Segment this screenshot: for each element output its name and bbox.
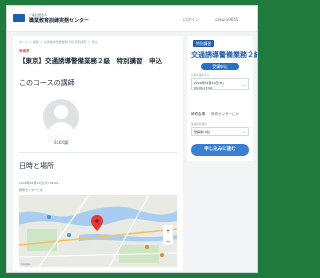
chevron-down-icon: ⌄ — [242, 82, 246, 87]
date-value: 2026年03月21日(木) — [194, 81, 224, 85]
venue-value: 研修センターにか — [211, 112, 239, 116]
breadcrumb[interactable]: ホーム ＞ 講座 ＞ 交通誘導警備業務２級 特別講習 ＞ 申込 — [19, 40, 98, 44]
schedule-date: 2026年03月21日(木) 09:00 - — [19, 181, 61, 185]
attendee-value: 受講者(1名) — [194, 130, 211, 134]
avatar-head-shape — [54, 105, 68, 119]
date-label: 日程を選択する — [191, 74, 210, 77]
map-attribution: Google — [21, 263, 30, 266]
svg-text:−: − — [165, 238, 170, 245]
attendee-label: 受講者を選択 — [191, 123, 207, 126]
site-header: 一般社団法人 職業教育訓練実務センター ログイン sakura0655 — [7, 6, 257, 32]
map-canvas: + − — [19, 195, 177, 267]
instructor-name-link[interactable]: SLKX講 — [13, 140, 109, 146]
browser-frame: 一般社団法人 職業教育訓練実務センター ログイン sakura0655 ホーム … — [6, 5, 258, 273]
attendee-select[interactable]: 受講者(1名) ⌄ — [191, 127, 249, 136]
page-title: 【東京】交通誘導警備業務２級 特別講習 申込 — [19, 57, 162, 65]
chevron-down-icon: ⌄ — [242, 129, 246, 134]
application-panel: 特別講習 交通誘導警備業務２級 受講申込 日程を選択する 2026年03月21日… — [187, 36, 257, 161]
avatar — [43, 99, 79, 135]
venue-label: 研修会場 — [191, 112, 205, 116]
date-select[interactable]: 2026年03月21日(木) 09:00-17:00 ⌄ — [191, 78, 249, 90]
course-main: ホーム ＞ 講座 ＞ 交通誘導警備業務２級 特別講習 ＞ 申込 警備業 【東京】… — [13, 36, 183, 271]
svg-text:+: + — [165, 228, 170, 235]
nav-link-account[interactable]: sakura0655 — [215, 17, 239, 22]
nav-link-login[interactable]: ログイン — [183, 17, 199, 23]
course-badge: 特別講習 — [193, 40, 215, 47]
logo-title[interactable]: 職業教育訓練実務センター — [29, 17, 89, 24]
divider — [19, 152, 177, 153]
schedule-place: 研修センターにか — [19, 188, 44, 192]
schedule-heading: 日時と場所 — [19, 162, 54, 170]
instructor-heading: このコースの講師 — [19, 79, 75, 87]
category-label: 警備業 — [19, 49, 30, 53]
course-title: 交通誘導警備業務２級 — [191, 51, 258, 59]
apply-button[interactable]: 申し込みに進む — [191, 144, 249, 156]
status-badge: 受講申込 — [201, 63, 239, 70]
time-value: 09:00-17:00 — [194, 85, 213, 90]
avatar-body-shape — [47, 122, 75, 135]
logo-icon[interactable] — [13, 14, 25, 22]
location-map[interactable]: + − Google — [19, 195, 177, 267]
